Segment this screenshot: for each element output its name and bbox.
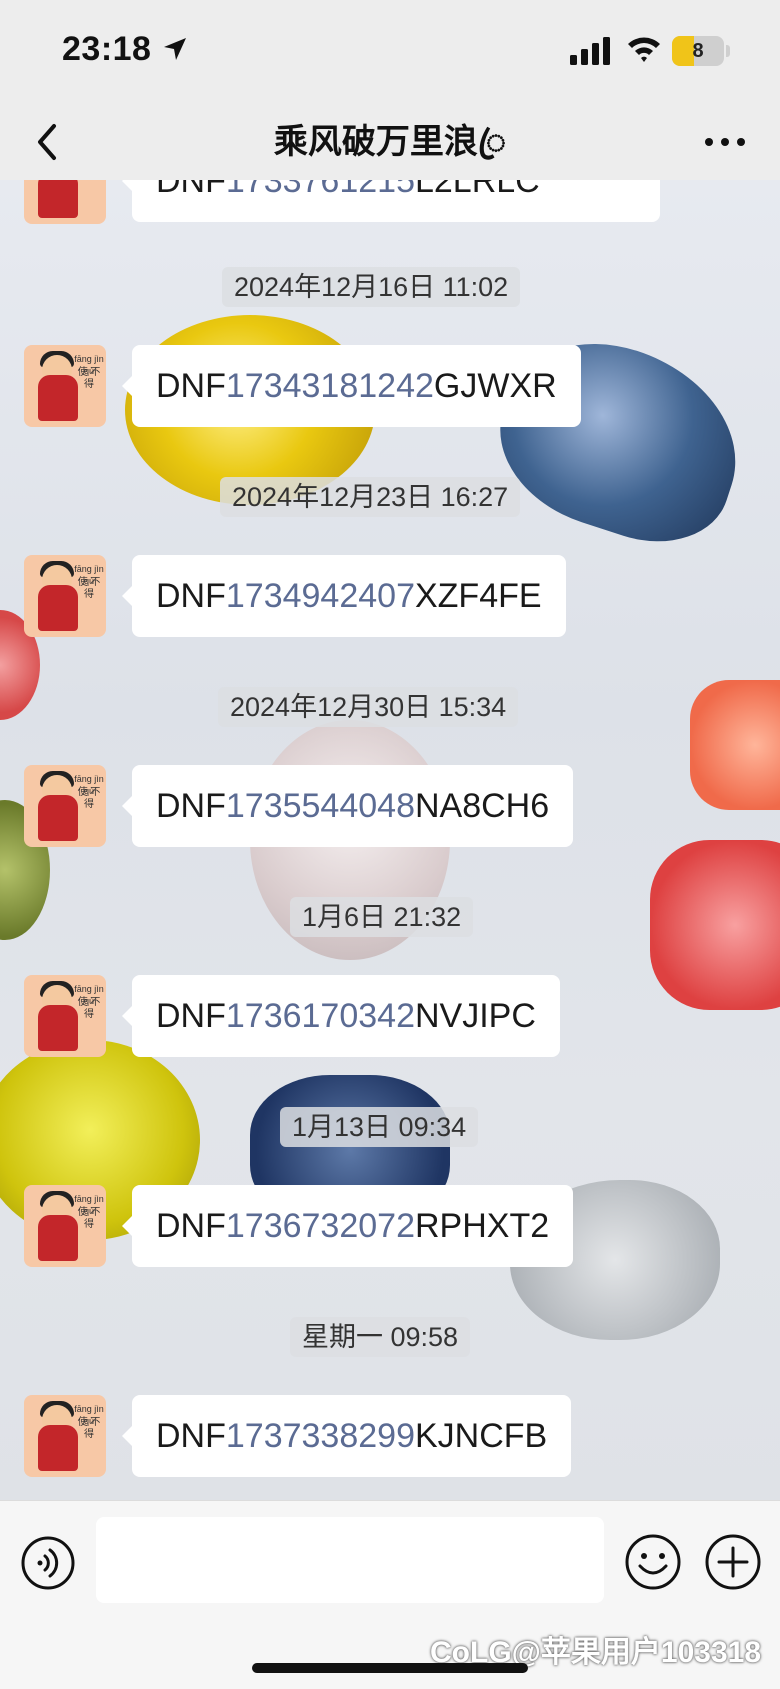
status-bar: 23:18 8 (0, 0, 780, 104)
battery-level: 8 (692, 40, 704, 62)
message-bubble[interactable]: DNF1737338299KJNCFB (121, 1395, 572, 1477)
timestamp: 1月13日 09:34 (280, 1107, 479, 1147)
input-bar: CoLG@苹果用户103318 (0, 1500, 780, 1689)
message-prefix: DNF (156, 787, 226, 825)
avatar[interactable]: fāng jìn qù 使 不 得 (24, 765, 106, 847)
timestamp: 星期一 09:58 (290, 1317, 471, 1357)
message-prefix: DNF (156, 577, 226, 615)
avatar[interactable]: fāng jìn qù 使 不 得 (24, 1185, 106, 1267)
avatar[interactable]: fāng jìn qù 使 不 得 (24, 1395, 106, 1477)
message-input[interactable] (96, 1517, 604, 1603)
message-bubble-partial[interactable]: DNF1733761215L2LRLC (122, 180, 660, 222)
message-suffix: XZF4FE (414, 577, 542, 615)
message-number: 17343181242 (225, 367, 434, 405)
avatar[interactable]: fāng jìn qù 使 不 得 (24, 975, 106, 1057)
timestamp: 2024年12月30日 15:34 (218, 687, 519, 727)
message-bubble[interactable]: DNF1736170342NVJIPC (122, 975, 560, 1057)
emoji-icon[interactable] (624, 1533, 682, 1591)
battery-nub (726, 45, 730, 57)
message-prefix: DNF (156, 367, 226, 405)
status-time: 23:18 (62, 30, 152, 68)
avatar[interactable] (24, 180, 106, 224)
message-bubble[interactable]: DNF1735544048NA8CH6 (121, 765, 574, 847)
avatar[interactable]: fāng jìn qù 使 不 得 (24, 555, 106, 637)
message-number: 1735544048 (225, 787, 415, 825)
timestamp: 2024年12月16日 11:02 (222, 267, 521, 307)
message-bubble[interactable]: DNF1734942407XZF4FE (122, 555, 566, 637)
avatar[interactable]: fāng jìn qù 使 不 得 (24, 345, 106, 427)
more-options-icon[interactable] (700, 124, 750, 160)
message-suffix: RPHXT2 (414, 1207, 550, 1245)
message-number: 1736170342 (225, 997, 415, 1035)
wifi-icon (628, 37, 660, 62)
background-gem (650, 840, 780, 1010)
message-number: 1734942407 (225, 577, 415, 615)
message-number: 1737338299 (225, 1417, 415, 1455)
location-arrow-icon (164, 38, 186, 60)
back-icon[interactable] (28, 118, 72, 166)
home-indicator[interactable] (252, 1663, 528, 1673)
message-suffix: NA8CH6 (414, 787, 550, 825)
message-bubble[interactable]: DNF17343181242GJWXR (122, 345, 581, 427)
message-prefix: DNF (156, 1417, 226, 1455)
cellular-signal-icon (570, 37, 610, 65)
background-gem (690, 680, 780, 810)
battery-icon: 8 (672, 36, 724, 66)
message-bubble[interactable]: DNF1736732072RPHXT2 (121, 1185, 574, 1267)
message-suffix: GJWXR (433, 367, 557, 405)
chat-title: 乘风破万里浪ꦿ (273, 123, 507, 161)
message-prefix: DNF (156, 1207, 226, 1245)
nav-bar: 乘风破万里浪ꦿ (0, 104, 780, 180)
timestamp: 2024年12月23日 16:27 (220, 477, 521, 517)
plus-icon[interactable] (704, 1533, 762, 1591)
voice-input-icon[interactable] (20, 1535, 76, 1591)
message-suffix: KJNCFB (414, 1417, 548, 1455)
message-number: 1736732072 (225, 1207, 415, 1245)
message-prefix: DNF (156, 997, 226, 1035)
message-suffix: NVJIPC (414, 997, 536, 1035)
chat-area[interactable]: DNF1733761215L2LRLC 2024年12月16日 11:02 fā… (0, 180, 780, 1500)
timestamp: 1月6日 21:32 (290, 897, 474, 937)
